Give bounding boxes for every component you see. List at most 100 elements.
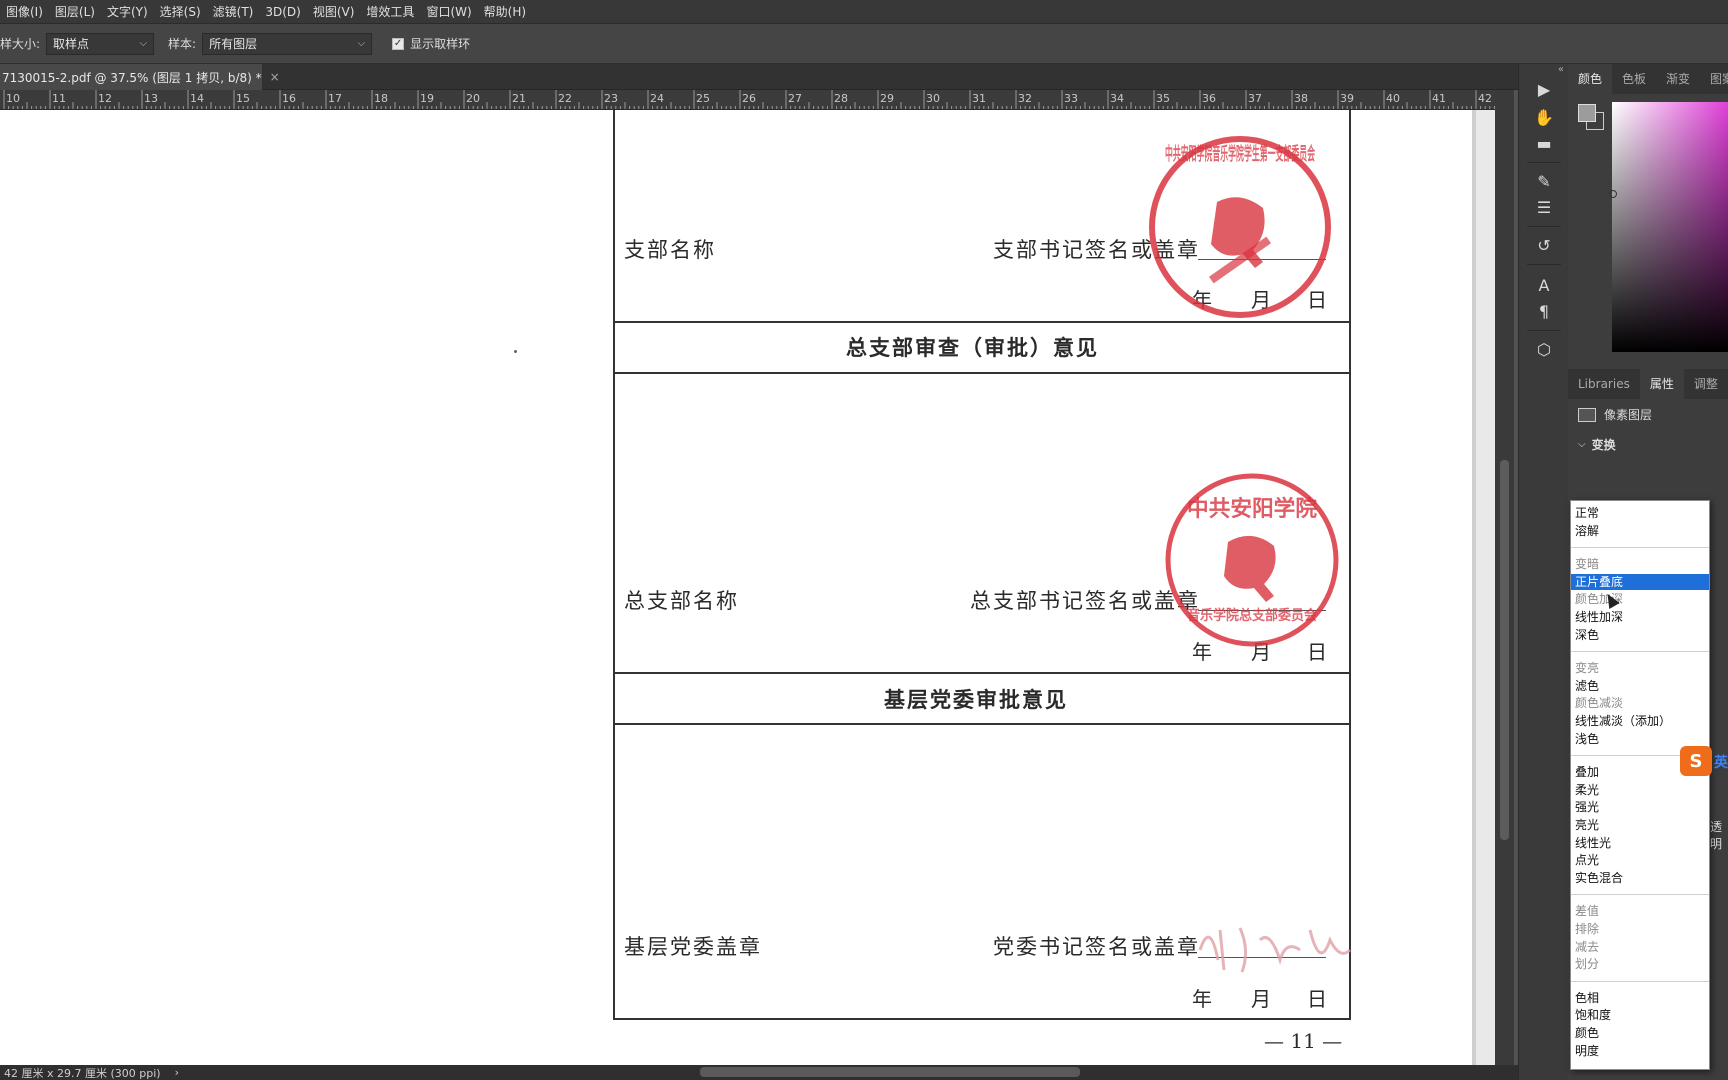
ime-language-indicator[interactable]: 英	[1714, 752, 1728, 772]
adjust-sliders-icon[interactable]: ☰	[1533, 196, 1555, 218]
foreground-color-swatch[interactable]	[1578, 104, 1596, 122]
ruler-ticks	[3, 90, 1514, 109]
blend-mode-option[interactable]: 划分	[1571, 956, 1709, 972]
ruler-tick-label: 29	[880, 92, 894, 105]
document-canvas[interactable]: 支部名称 支部书记签名或盖章 年 月 日 中共安阳学院音乐学院学生第一支部委员会…	[0, 110, 1495, 1065]
date-month: 月	[1251, 987, 1271, 1011]
divider	[1527, 162, 1561, 163]
character-icon[interactable]: A	[1533, 274, 1555, 296]
ruler-tick-label: 11	[52, 92, 66, 105]
color-picker-ring[interactable]	[1609, 190, 1617, 198]
panel-tool-strip: « ▶ ✋ ▬ ✎ ☰ ↺ A ¶ ⬡	[1518, 64, 1568, 1080]
ruler-tick-label: 16	[282, 92, 296, 105]
opacity-label: 透明	[1710, 820, 1723, 851]
ruler-tick-label: 30	[926, 92, 940, 105]
ruler-tick-label: 13	[144, 92, 158, 105]
menu-item[interactable]: 窗口(W)	[420, 3, 477, 20]
ruler-tick-label: 27	[788, 92, 802, 105]
blend-mode-option[interactable]: 差值	[1571, 903, 1709, 919]
blend-mode-option[interactable]: 明度	[1571, 1043, 1709, 1059]
tab-swatches[interactable]: 色板	[1612, 64, 1656, 94]
tab-libraries[interactable]: Libraries	[1568, 369, 1640, 399]
history-icon[interactable]: ↺	[1533, 234, 1555, 256]
menu-item[interactable]: 图层(L)	[49, 3, 101, 20]
blend-mode-dropdown[interactable]: 正常 溶解 变暗 正片叠底 颜色加深 线性加深 深色 变亮 滤色 颜色减淡 线性减淡（添加） 浅色 叠加…	[1570, 500, 1710, 1070]
document-tab[interactable]: 7130015-2.pdf @ 37.5% (图层 1 拷贝, b/8) * ×	[0, 64, 280, 90]
sample-select[interactable]: 所有图层 ⌵	[202, 32, 373, 55]
sample-size-label: 样大小:	[0, 37, 41, 51]
tab-color[interactable]: 颜色	[1568, 64, 1613, 94]
blend-mode-option[interactable]: 线性光	[1571, 835, 1709, 851]
ruler-tick-label: 37	[1248, 92, 1262, 105]
blend-mode-option[interactable]: 色相	[1571, 990, 1709, 1006]
document-tab-bar: 7130015-2.pdf @ 37.5% (图层 1 拷贝, b/8) * ×	[0, 64, 1518, 90]
color-picker-field[interactable]	[1609, 102, 1728, 352]
ruler-tick-label: 35	[1156, 92, 1170, 105]
menu-item[interactable]: 3D(D)	[259, 5, 306, 19]
tab-patterns[interactable]: 图案	[1700, 64, 1728, 94]
status-menu-arrow[interactable]: ›	[175, 1066, 179, 1079]
comment-icon[interactable]: ▬	[1533, 132, 1555, 154]
menu-item[interactable]: 选择(S)	[154, 3, 207, 20]
menu-item[interactable]: 图像(I)	[0, 3, 49, 20]
form-row-divider	[613, 321, 1351, 323]
ruler-tick-label: 36	[1202, 92, 1216, 105]
blend-mode-option[interactable]: 溶解	[1571, 523, 1709, 539]
horizontal-scrollbar-thumb[interactable]	[700, 1067, 1080, 1077]
play-icon[interactable]: ▶	[1533, 78, 1555, 100]
ruler-tick-label: 21	[512, 92, 526, 105]
menu-separator	[1571, 980, 1709, 982]
menu-item[interactable]: 帮助(H)	[478, 3, 532, 20]
ime-logo-icon[interactable]: S	[1680, 746, 1712, 776]
blend-mode-option[interactable]: 点光	[1571, 852, 1709, 868]
collapse-panels-icon[interactable]: «	[1558, 64, 1564, 75]
ruler-tick-label: 14	[190, 92, 204, 105]
paragraph-icon[interactable]: ¶	[1533, 300, 1555, 322]
menu-item[interactable]: 文字(Y)	[101, 3, 154, 20]
blend-mode-option[interactable]: 正常	[1571, 505, 1709, 521]
blend-mode-option[interactable]: 饱和度	[1571, 1007, 1709, 1023]
brush-settings-icon[interactable]: ✎	[1533, 170, 1555, 192]
canvas-edge	[1472, 110, 1495, 1065]
properties-panel-tabs: Libraries 属性 调整	[1568, 369, 1728, 399]
form-row-divider	[613, 372, 1351, 374]
ruler-tick-label: 17	[328, 92, 342, 105]
ruler-tick-label: 26	[742, 92, 756, 105]
blend-mode-option[interactable]: 减去	[1571, 939, 1709, 955]
blend-mode-option[interactable]: 深色	[1571, 627, 1709, 643]
menu-item[interactable]: 滤镜(T)	[207, 3, 260, 20]
vertical-scrollbar[interactable]	[1495, 90, 1514, 1065]
tab-properties[interactable]: 属性	[1639, 369, 1684, 399]
layer-type-row: 像素图层	[1578, 406, 1652, 423]
show-ring-checkbox[interactable]: ✓	[392, 37, 405, 50]
blend-mode-option[interactable]: 滤色	[1571, 678, 1709, 694]
menu-item[interactable]: 视图(V)	[307, 3, 361, 20]
form-left-border	[613, 110, 615, 1020]
ruler-tick-label: 12	[98, 92, 112, 105]
party-seal-stamp: 中共安阳学院音乐学院学生第一支部委员会	[1149, 136, 1331, 318]
tab-gradients[interactable]: 渐变	[1656, 64, 1700, 94]
blend-mode-option[interactable]: 正片叠底	[1571, 573, 1709, 590]
tab-adjustments[interactable]: 调整	[1684, 369, 1728, 399]
blend-mode-option[interactable]: 变暗	[1571, 556, 1709, 572]
close-icon[interactable]: ×	[270, 70, 280, 84]
hand-icon[interactable]: ✋	[1533, 106, 1555, 128]
blend-mode-option[interactable]: 变亮	[1571, 660, 1709, 676]
sample-size-select[interactable]: 取样点 ⌵	[46, 32, 155, 55]
transform-section-header[interactable]: ⌵ 变换	[1578, 436, 1616, 453]
blend-mode-option[interactable]: 浅色	[1571, 731, 1709, 747]
blend-mode-option[interactable]: 颜色	[1571, 1025, 1709, 1041]
3d-cube-icon[interactable]: ⬡	[1533, 338, 1555, 360]
blend-mode-option[interactable]: 亮光	[1571, 817, 1709, 833]
ruler-tick-label: 31	[972, 92, 986, 105]
blend-mode-option[interactable]: 线性减淡（添加）	[1571, 713, 1709, 729]
blend-mode-option[interactable]: 柔光	[1571, 782, 1709, 798]
menu-item[interactable]: 增效工具	[360, 3, 420, 20]
blend-mode-option[interactable]: 实色混合	[1571, 870, 1709, 886]
blend-mode-option[interactable]: 颜色减淡	[1571, 695, 1709, 711]
blend-mode-option[interactable]: 线性加深	[1571, 609, 1709, 625]
blend-mode-option[interactable]: 颜色加深	[1571, 591, 1709, 607]
blend-mode-option[interactable]: 排除	[1571, 921, 1709, 937]
blend-mode-option[interactable]: 强光	[1571, 799, 1709, 815]
scrollbar-thumb[interactable]	[1500, 460, 1509, 840]
